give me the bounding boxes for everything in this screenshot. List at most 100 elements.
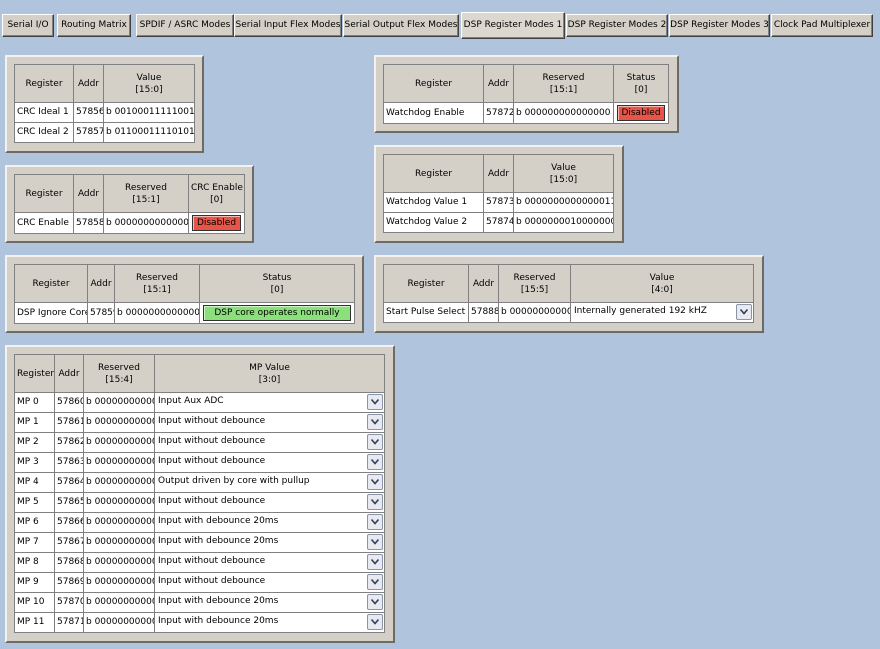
tab-dsp-register-modes-3[interactable]: DSP Register Modes 3 — [669, 14, 770, 37]
mp-value-select[interactable]: Input without debounce — [156, 414, 384, 432]
register-addr: 57871 — [54, 612, 84, 633]
register-header: Register — [14, 264, 88, 303]
chevron-down-icon[interactable] — [367, 594, 383, 610]
crc-ideal-panel: Register Addr Value [15:0] CRC Ideal 1 57… — [5, 55, 204, 153]
mp-value-select[interactable]: Output driven by core with pullup — [156, 474, 384, 492]
start-pulse-select[interactable]: Internally generated 192 kHZ — [572, 304, 753, 322]
table-row: Watchdog Value 1 57873 b 000000000000001… — [383, 192, 614, 213]
mp-panel: Register Addr Reserved [15:4] MP Value [3:… — [5, 345, 395, 643]
chevron-down-icon[interactable] — [367, 454, 383, 470]
reserved-value: b 000000000000000 — [513, 102, 614, 124]
register-addr: 57864 — [54, 472, 84, 493]
mp-value-select[interactable]: Input without debounce — [156, 454, 384, 472]
mp-value-select[interactable]: Input with debounce 20ms — [156, 614, 384, 632]
crc-enable-toggle[interactable]: Disabled — [192, 215, 241, 231]
table-row: CRC Enable 57858 b 000000000000000 Disab… — [14, 212, 245, 234]
dsp-ignore-core-panel: Register Addr Reserved [15:1] Status [0] D… — [5, 255, 364, 333]
mp-value-select[interactable]: Input without debounce — [156, 434, 384, 452]
tab-serial-input-flex-modes[interactable]: Serial Input Flex Modes — [234, 14, 342, 37]
reserved-header: Reserved [15:1] — [513, 64, 614, 103]
mp-value-select[interactable]: Input with debounce 20ms — [156, 514, 384, 532]
register-header: Register — [14, 64, 74, 103]
register-name: MP 6 — [14, 512, 55, 533]
chevron-down-icon[interactable] — [367, 574, 383, 590]
register-value-field[interactable]: b 0000000000000011 — [513, 192, 614, 213]
register-name: MP 4 — [14, 472, 55, 493]
mp-value-select[interactable]: Input without debounce — [156, 554, 384, 572]
status-header: Status [0] — [199, 264, 355, 303]
select-value: Input with debounce 20ms — [158, 536, 279, 546]
register-addr: 57857 — [73, 122, 104, 143]
mp-value-select[interactable]: Input with debounce 20ms — [156, 594, 384, 612]
watchdog-enable-toggle[interactable]: Disabled — [617, 105, 665, 121]
reserved-header: Reserved [15:1] — [114, 264, 200, 303]
table-row: MP 557865b 000000000000Input without deb… — [14, 492, 385, 513]
register-name: MP 5 — [14, 492, 55, 513]
chevron-down-icon[interactable] — [367, 614, 383, 630]
start-pulse-panel: Register Addr Reserved [15:5] Value [4:0] … — [374, 255, 764, 333]
chevron-down-icon[interactable] — [367, 414, 383, 430]
register-name: Start Pulse Select — [383, 302, 469, 323]
select-value: Input without debounce — [158, 416, 266, 426]
tab-dsp-register-modes-1[interactable]: DSP Register Modes 1 — [461, 12, 565, 39]
register-addr: 57867 — [54, 532, 84, 553]
select-value: Input without debounce — [158, 496, 266, 506]
register-name: CRC Ideal 2 — [14, 122, 74, 143]
mp-value-select[interactable]: Input Aux ADC — [156, 394, 384, 412]
select-value: Internally generated 192 kHZ — [574, 306, 707, 316]
tab-routing-matrix[interactable]: Routing Matrix — [57, 14, 131, 37]
mp-value-select[interactable]: Input without debounce — [156, 574, 384, 592]
tab-serial-output-flex-modes[interactable]: Serial Output Flex Modes — [343, 14, 459, 37]
mp-value-select[interactable]: Input without debounce — [156, 494, 384, 512]
chevron-down-icon[interactable] — [736, 304, 752, 320]
table-row: CRC Ideal 2 57857 b 0110001111010110 — [14, 122, 195, 143]
register-name: Watchdog Value 1 — [383, 192, 484, 213]
addr-header: Addr — [483, 154, 514, 193]
watchdog-value-table: Register Addr Value [15:0] Watchdog Value… — [383, 154, 614, 233]
register-addr: 57874 — [483, 212, 514, 233]
table-row: MP 957869b 000000000000Input without deb… — [14, 572, 385, 593]
dsp-ignore-core-table: Register Addr Reserved [15:1] Status [0] D… — [14, 264, 355, 324]
register-value-field[interactable]: b 0110001111010110 — [103, 122, 195, 143]
tab-dsp-register-modes-2[interactable]: DSP Register Modes 2 — [566, 14, 668, 37]
mp-value-select[interactable]: Input with debounce 20ms — [156, 534, 384, 552]
watchdog-enable-panel: Register Addr Reserved [15:1] Status [0] W… — [374, 55, 679, 133]
register-name: MP 3 — [14, 452, 55, 473]
register-addr: 57856 — [73, 102, 104, 123]
select-value: Input with debounce 20ms — [158, 616, 279, 626]
mp-value-header: MP Value [3:0] — [154, 354, 385, 393]
watchdog-enable-table: Register Addr Reserved [15:1] Status [0] W… — [383, 64, 669, 124]
reserved-value: b 000000000000000 — [114, 302, 200, 324]
chevron-down-icon[interactable] — [367, 514, 383, 530]
reserved-header: Reserved [15:5] — [498, 264, 571, 303]
chevron-down-icon[interactable] — [367, 474, 383, 490]
addr-header: Addr — [73, 174, 104, 213]
dsp-ignore-core-toggle[interactable]: DSP core operates normally — [203, 305, 351, 321]
value-header: Value [15:0] — [513, 154, 614, 193]
chevron-down-icon[interactable] — [367, 434, 383, 450]
tab-clock-pad-multiplexer[interactable]: Clock Pad Multiplexer — [771, 14, 873, 37]
chevron-down-icon[interactable] — [367, 494, 383, 510]
addr-header: Addr — [87, 264, 115, 303]
register-name: MP 0 — [14, 392, 55, 413]
table-row: MP 757867b 000000000000Input with deboun… — [14, 532, 385, 553]
register-name: Watchdog Enable — [383, 102, 484, 124]
chevron-down-icon[interactable] — [367, 554, 383, 570]
table-row: MP 857868b 000000000000Input without deb… — [14, 552, 385, 573]
register-value-field[interactable]: b 0010001111100101 — [103, 102, 195, 123]
chevron-down-icon[interactable] — [367, 534, 383, 550]
tab-serial-io[interactable]: Serial I/O — [2, 14, 54, 37]
register-addr: 57870 — [54, 592, 84, 613]
register-name: MP 9 — [14, 572, 55, 593]
tab-spdif-asrc-modes[interactable]: SPDIF / ASRC Modes — [136, 14, 234, 37]
value-header: Value [15:0] — [103, 64, 195, 103]
crc-enable-table: Register Addr Reserved [15:1] CRC Enable[… — [14, 174, 245, 234]
select-value: Input without debounce — [158, 556, 266, 566]
register-value-field[interactable]: b 0000000010000000 — [513, 212, 614, 233]
status-header: Status [0] — [613, 64, 669, 103]
table-row: MP 657866b 000000000000Input with deboun… — [14, 512, 385, 533]
register-addr: 57873 — [483, 192, 514, 213]
select-value: Output driven by core with pullup — [158, 476, 310, 486]
select-value: Input with debounce 20ms — [158, 596, 279, 606]
chevron-down-icon[interactable] — [367, 394, 383, 410]
